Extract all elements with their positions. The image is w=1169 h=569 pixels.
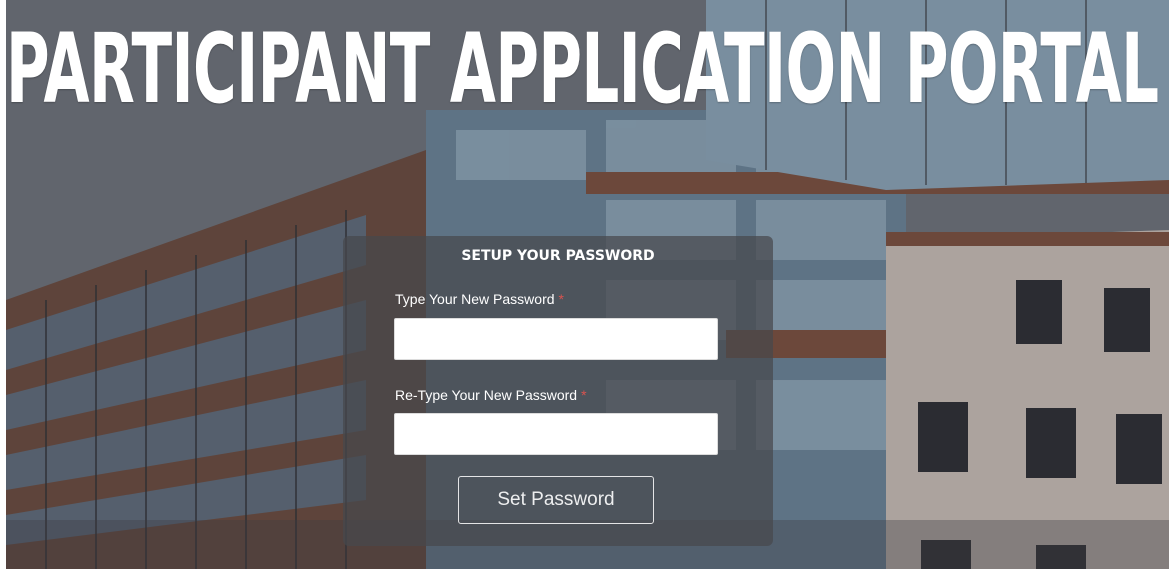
password-setup-card: SETUP YOUR PASSWORD Type Your New Passwo… <box>343 236 773 546</box>
form-heading: SETUP YOUR PASSWORD <box>461 248 655 264</box>
confirm-password-label: Re-Type Your New Password * <box>395 387 587 403</box>
confirm-password-label-text: Re-Type Your New Password <box>395 387 578 403</box>
page-title: PARTICIPANT APPLICATION PORTAL <box>6 13 1159 125</box>
new-password-label-text: Type Your New Password <box>395 291 555 307</box>
required-mark: * <box>581 387 587 403</box>
set-password-button[interactable]: Set Password <box>458 476 654 524</box>
required-mark: * <box>558 291 564 307</box>
confirm-password-input[interactable] <box>394 413 718 455</box>
page: PARTICIPANT APPLICATION PORTAL SETUP YOU… <box>0 0 1169 569</box>
new-password-label: Type Your New Password * <box>395 291 564 307</box>
new-password-input[interactable] <box>394 318 718 360</box>
